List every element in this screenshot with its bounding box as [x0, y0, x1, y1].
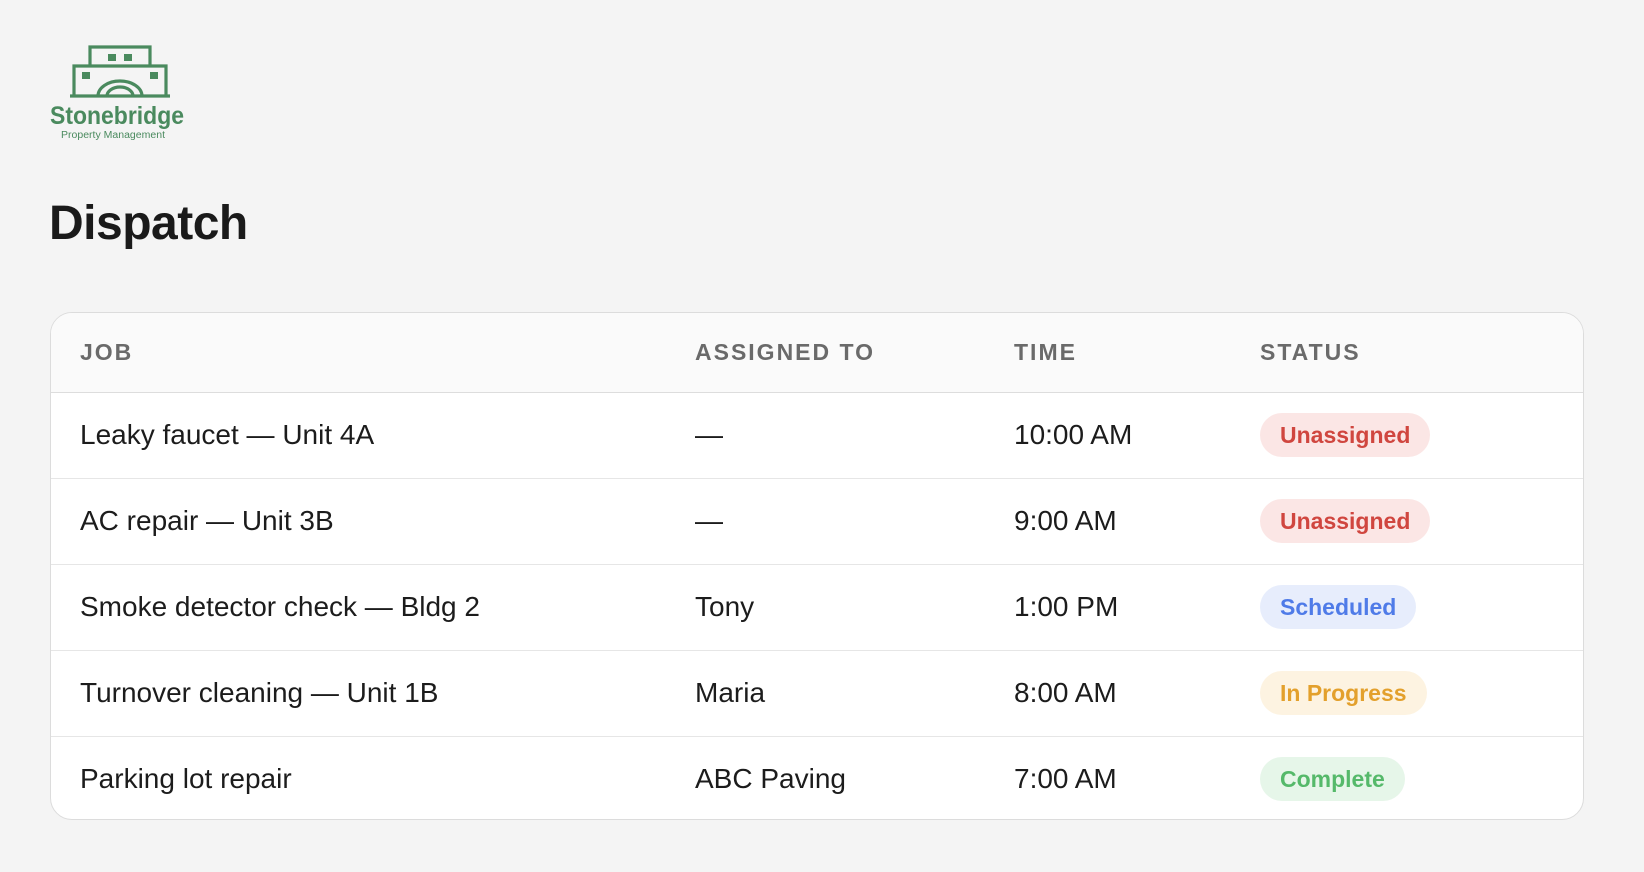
status-badge: Complete	[1260, 757, 1405, 802]
company-logo: Stonebridge Property Management	[50, 44, 192, 150]
status-cell: Scheduled	[1260, 563, 1583, 650]
column-header-job: JOB	[51, 313, 695, 393]
dispatch-table: JOB ASSIGNED TO TIME STATUS Leaky faucet…	[51, 313, 1583, 819]
time-cell: 10:00 AM	[1014, 419, 1133, 450]
table-row[interactable]: Parking lot repair ABC Paving 7:00 AM Co…	[51, 735, 1583, 819]
status-badge: Unassigned	[1260, 413, 1431, 457]
column-header-assigned-to: ASSIGNED TO	[695, 313, 1014, 393]
assigned-to-cell: Maria	[695, 649, 1014, 736]
status-cell: Unassigned	[1260, 392, 1583, 478]
table-header-row: JOB ASSIGNED TO TIME STATUS	[51, 313, 1583, 393]
job-cell: Turnover cleaning — Unit 1B	[51, 649, 695, 736]
status-badge: Scheduled	[1260, 585, 1417, 629]
logo-wordmark: Stonebridge	[50, 102, 184, 130]
column-header-status: STATUS	[1260, 313, 1583, 393]
status-badge: Unassigned	[1260, 499, 1431, 543]
assigned-to-cell: —	[695, 419, 723, 450]
job-cell: Leaky faucet — Unit 4A	[80, 419, 375, 450]
assigned-to-cell: Tony	[695, 563, 1014, 650]
status-cell: In Progress	[1260, 649, 1583, 736]
time-cell: 7:00 AM	[1014, 735, 1260, 819]
logo-tagline: Property Management	[61, 130, 165, 141]
status-cell: Unassigned	[1260, 477, 1583, 564]
job-cell: AC repair — Unit 3B	[51, 477, 695, 564]
assigned-to-cell: —	[695, 477, 1014, 564]
table-row[interactable]: AC repair — Unit 3B — 9:00 AM Unassigned	[51, 477, 1583, 564]
stonebridge-logo-icon: Stonebridge Property Management	[50, 45, 184, 141]
time-cell: 1:00 PM	[1014, 563, 1260, 650]
table-row[interactable]: Leaky faucet — Unit 4A — 10:00 AM Unassi…	[51, 392, 1583, 478]
table-row[interactable]: Turnover cleaning — Unit 1B Maria 8:00 A…	[51, 649, 1583, 736]
assigned-to-cell: ABC Paving	[695, 735, 1014, 819]
time-cell: 8:00 AM	[1014, 649, 1260, 736]
status-cell: Complete	[1260, 735, 1583, 819]
table-row[interactable]: Smoke detector check — Bldg 2 Tony 1:00 …	[51, 563, 1583, 650]
time-cell: 9:00 AM	[1014, 477, 1260, 564]
job-cell: Parking lot repair	[51, 735, 695, 819]
dispatch-table-card: JOB ASSIGNED TO TIME STATUS Leaky faucet…	[50, 312, 1584, 820]
page-title: Dispatch	[49, 197, 248, 250]
job-cell: Smoke detector check — Bldg 2	[51, 563, 695, 650]
column-header-time: TIME	[1014, 313, 1260, 393]
status-badge: In Progress	[1260, 671, 1427, 715]
